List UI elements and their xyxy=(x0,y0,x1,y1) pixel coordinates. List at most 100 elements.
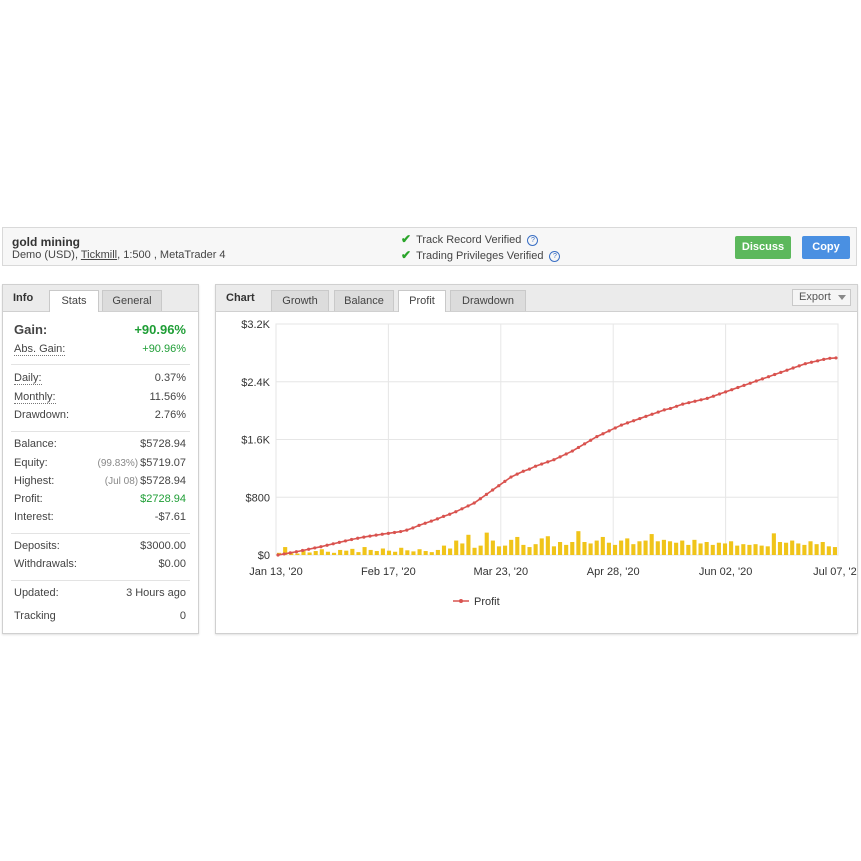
profit-point xyxy=(546,460,550,464)
profit-chart: $0 $800 $1.6K $2.4K $3.2K Jan 13, '20 Feb 17,… xyxy=(241,319,857,608)
export-dropdown[interactable]: Export xyxy=(792,289,851,306)
help-icon[interactable]: ? xyxy=(549,250,561,262)
highest-value: $5728.94 xyxy=(140,475,186,487)
tracking-label: Tracking xyxy=(14,610,56,622)
profit-point xyxy=(417,523,421,528)
profit-point xyxy=(730,388,734,392)
daily-profit-bar xyxy=(674,542,679,555)
monthly-value: 11.56% xyxy=(149,391,187,403)
profit-point xyxy=(356,536,360,540)
abs-gain-label[interactable]: Abs. Gain: xyxy=(14,343,66,356)
profit-point xyxy=(411,526,415,530)
daily-profit-bar xyxy=(466,534,471,555)
copy-button[interactable]: Copy xyxy=(802,236,850,259)
track-record-label: Track Record Verified xyxy=(416,234,522,246)
profit-point xyxy=(405,528,409,532)
tab-stats[interactable]: Stats xyxy=(49,290,99,312)
daily-profit-bar xyxy=(643,540,648,555)
tab-drawdown[interactable]: Drawdown xyxy=(450,290,526,311)
profit-point xyxy=(576,445,581,450)
profit-point xyxy=(638,416,642,421)
broker-link[interactable]: Tickmill xyxy=(81,249,117,261)
daily-profit-bar xyxy=(784,542,789,555)
updated-label: Updated: xyxy=(14,587,59,599)
daily-profit-bar xyxy=(808,541,813,555)
daily-profit-bar xyxy=(490,540,495,555)
daily-profit-bar xyxy=(637,541,642,555)
daily-profit-bar xyxy=(344,550,349,555)
y-tick-label: $2.4K xyxy=(241,377,270,389)
info-tabbar: Info Stats General xyxy=(3,285,198,312)
tracking-row: Tracking 0 xyxy=(14,610,186,626)
export-label: Export xyxy=(799,291,831,303)
x-tick-label: Jun 02, '20 xyxy=(699,566,752,578)
tab-profit[interactable]: Profit xyxy=(398,290,446,312)
legend-item-profit[interactable]: Profit xyxy=(474,596,500,608)
monthly-label[interactable]: Monthly: xyxy=(14,391,56,404)
profit-point xyxy=(552,458,556,462)
daily-profit-bar xyxy=(710,544,715,555)
profit-point xyxy=(681,402,685,406)
highest-value-group: (Jul 08) $5728.94 xyxy=(105,475,186,487)
daily-profit-bar xyxy=(692,539,697,555)
daily-profit-bar xyxy=(600,536,605,555)
daily-profit-bar xyxy=(588,543,593,555)
profit-point xyxy=(374,533,378,537)
profit-point xyxy=(429,519,433,523)
daily-profit-bar xyxy=(405,550,410,555)
daily-profit-bar xyxy=(576,531,581,555)
help-icon[interactable]: ? xyxy=(527,234,539,246)
profit-point xyxy=(797,364,801,368)
daily-profit-bar xyxy=(814,544,819,555)
daily-profit-bar xyxy=(533,544,538,555)
profit-point xyxy=(497,484,501,488)
daily-profit-bar xyxy=(698,543,703,555)
highest-date: (Jul 08) xyxy=(104,476,139,487)
daily-profit-bar xyxy=(380,548,385,555)
daily-profit-bar xyxy=(753,544,758,555)
daily-profit-bar xyxy=(649,534,654,555)
profit-point xyxy=(705,396,709,400)
daily-profit-bar xyxy=(747,544,752,555)
caret-down-icon xyxy=(838,295,846,300)
daily-row: Daily: 0.37% xyxy=(14,372,186,388)
profit-point xyxy=(349,537,354,542)
tab-balance[interactable]: Balance xyxy=(334,290,394,311)
withdrawals-row: Withdrawals: $0.00 xyxy=(14,558,186,574)
trading-privileges-label: Trading Privileges Verified xyxy=(416,250,544,262)
profit-point xyxy=(466,504,470,508)
profit-point xyxy=(331,542,335,546)
gain-value: +90.96% xyxy=(134,322,186,337)
y-tick-label: $0 xyxy=(258,550,270,562)
profit-point xyxy=(834,356,838,360)
profit-point xyxy=(791,366,795,370)
tab-growth[interactable]: Growth xyxy=(271,290,329,311)
daily-profit-bar xyxy=(417,549,422,555)
profit-point xyxy=(448,512,452,516)
daily-profit-bar xyxy=(338,549,343,555)
daily-value: 0.37% xyxy=(154,372,186,384)
daily-label[interactable]: Daily: xyxy=(14,372,42,385)
profit-row: Profit: $2728.94 xyxy=(14,493,186,509)
equity-row: Equity: (99.83%) $5719.07 xyxy=(14,457,186,473)
abs-gain-row: Abs. Gain: +90.96% xyxy=(14,343,186,359)
daily-profit-bar xyxy=(411,551,416,555)
profit-point xyxy=(803,362,807,366)
daily-profit-bar xyxy=(619,540,624,555)
equity-value-group: (99.83%) $5719.07 xyxy=(98,457,186,469)
divider xyxy=(11,431,190,432)
profit-point xyxy=(699,398,703,402)
equity-label: Equity: xyxy=(14,457,48,469)
daily-profit-bar xyxy=(374,551,379,555)
daily-profit-bar xyxy=(435,549,440,555)
daily-profit-bar xyxy=(704,542,709,555)
discuss-button[interactable]: Discuss xyxy=(735,236,791,259)
profit-point xyxy=(521,469,525,473)
profit-point xyxy=(570,449,574,453)
profit-point xyxy=(423,521,427,525)
daily-profit-bar xyxy=(399,547,404,555)
tab-general[interactable]: General xyxy=(102,290,162,311)
profit-point xyxy=(386,531,390,535)
updated-value: 3 Hours ago xyxy=(126,587,186,599)
daily-profit-bar xyxy=(551,546,556,555)
